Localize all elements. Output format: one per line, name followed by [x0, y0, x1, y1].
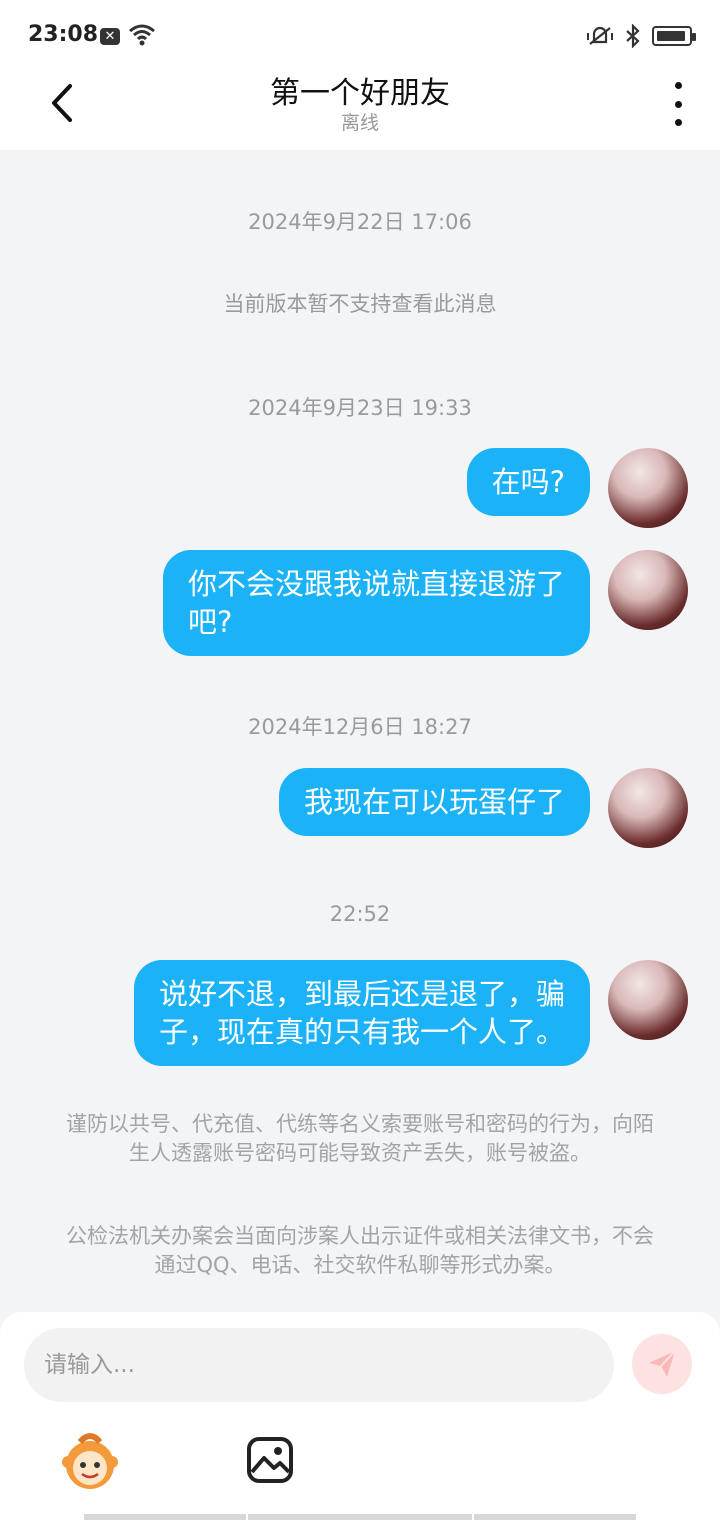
timestamp: 22:52	[329, 902, 391, 926]
timestamp: 2024年9月22日 17:06	[248, 210, 472, 234]
notification-icon: ✕	[100, 28, 120, 45]
bluetooth-icon	[626, 24, 640, 48]
timestamp: 2024年12月6日 18:27	[248, 715, 472, 739]
message-line: 子，现在真的只有我一个人了。	[158, 1015, 565, 1049]
message-bubble[interactable]: 说好不退，到最后还是退了，骗 子，现在真的只有我一个人了。	[133, 960, 590, 1066]
input-area: 请输入...	[0, 1312, 720, 1520]
battery-icon	[652, 26, 696, 46]
home-indicator	[84, 1514, 246, 1520]
more-options-icon[interactable]	[666, 82, 690, 126]
chat-area[interactable]: 2024年9月22日 17:06 当前版本暂不支持查看此消息 2024年9月23…	[0, 150, 720, 1310]
status-time: 23:08	[28, 22, 99, 47]
message-line: 说好不退，到最后还是退了，骗	[158, 977, 565, 1011]
send-icon	[649, 1350, 676, 1377]
home-indicator	[248, 1514, 472, 1520]
image-icon[interactable]	[246, 1436, 294, 1484]
message-row: 说好不退，到最后还是退了，骗 子，现在真的只有我一个人了。	[133, 960, 688, 1066]
timestamp: 2024年9月23日 19:33	[248, 396, 472, 420]
avatar[interactable]	[608, 448, 688, 528]
contact-status: 离线	[340, 112, 379, 134]
system-message: 当前版本暂不支持查看此消息	[223, 292, 497, 316]
message-bubble[interactable]: 在吗?	[466, 448, 590, 516]
avatar[interactable]	[608, 960, 688, 1040]
wifi-icon	[129, 24, 155, 46]
message-bubble[interactable]: 我现在可以玩蛋仔了	[278, 768, 590, 836]
message-row: 在吗?	[466, 448, 688, 528]
home-indicator	[474, 1514, 636, 1520]
contact-name: 第一个好朋友	[270, 76, 450, 111]
message-input[interactable]: 请输入...	[24, 1328, 614, 1402]
message-line: 吧?	[187, 605, 233, 639]
security-notice: 谨防以共号、代充值、代练等名义索要账号和密码的行为，向陌生人透露账号密码可能导致…	[66, 1112, 654, 1165]
message-row: 我现在可以玩蛋仔了	[278, 768, 688, 848]
chat-header: 第一个好朋友 离线	[0, 60, 720, 150]
message-row: 你不会没跟我说就直接退游了 吧?	[162, 550, 688, 656]
avatar[interactable]	[608, 550, 688, 630]
send-button[interactable]	[632, 1334, 692, 1394]
legal-notice: 公检法机关办案会当面向涉案人出示证件或相关法律文书，不会通过QQ、电话、社交软件…	[66, 1224, 654, 1277]
emoji-icon[interactable]	[60, 1432, 120, 1492]
message-bubble[interactable]: 你不会没跟我说就直接退游了 吧?	[162, 550, 590, 656]
vibrate-icon	[587, 26, 613, 45]
avatar[interactable]	[608, 768, 688, 848]
message-line: 你不会没跟我说就直接退游了	[187, 567, 565, 601]
